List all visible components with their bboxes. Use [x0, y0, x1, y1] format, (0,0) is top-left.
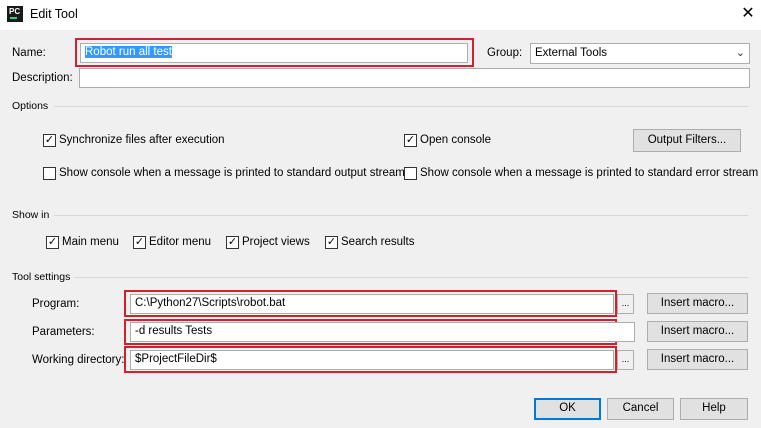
output-filters-button[interactable]: Output Filters... [633, 129, 741, 152]
sync-files-label: Synchronize files after execution [59, 134, 225, 146]
open-console-checkbox[interactable]: ✓ [404, 134, 417, 147]
editor-menu-checkbox[interactable]: ✓ [133, 236, 146, 249]
name-value: Robot run all test [85, 46, 172, 58]
show-in-section-label: Show in [12, 209, 50, 221]
program-browse-button[interactable]: ... [617, 294, 634, 314]
parameters-label: Parameters: [32, 326, 95, 338]
search-results-label: Search results [341, 236, 415, 248]
title-bar: PC Edit Tool ✕ [0, 0, 761, 30]
project-views-checkbox[interactable]: ✓ [226, 236, 239, 249]
console-stdout-label: Show console when a message is printed t… [59, 167, 405, 179]
tool-settings-separator [74, 277, 748, 278]
ok-button[interactable]: OK [534, 398, 601, 420]
working-directory-insert-macro-button[interactable]: Insert macro... [647, 349, 748, 370]
options-separator [54, 106, 748, 107]
pycharm-app-icon: PC [7, 6, 23, 22]
working-directory-label: Working directory: [32, 354, 125, 366]
main-menu-label: Main menu [62, 236, 119, 248]
parameters-field[interactable]: -d results Tests [130, 322, 635, 342]
group-label: Group: [487, 47, 523, 59]
console-stderr-label: Show console when a message is printed t… [420, 167, 759, 179]
name-label: Name: [12, 47, 46, 59]
project-views-label: Project views [242, 236, 310, 248]
options-section-label: Options [12, 100, 49, 112]
close-icon[interactable]: ✕ [738, 4, 758, 24]
console-stderr-checkbox[interactable] [404, 167, 417, 180]
open-console-label: Open console [420, 134, 491, 146]
description-label: Description: [12, 72, 73, 84]
window-title: Edit Tool [30, 7, 78, 21]
tool-settings-section-label: Tool settings [12, 271, 71, 283]
editor-menu-label: Editor menu [149, 236, 212, 248]
program-field[interactable]: C:\Python27\Scripts\robot.bat [130, 294, 614, 314]
program-insert-macro-button[interactable]: Insert macro... [647, 293, 748, 314]
cancel-button[interactable]: Cancel [607, 398, 674, 420]
group-select[interactable]: External Tools ⌄ [530, 43, 750, 64]
program-label: Program: [32, 298, 80, 310]
parameters-insert-macro-button[interactable]: Insert macro... [647, 321, 748, 342]
show-in-separator [54, 215, 748, 216]
sync-files-checkbox[interactable]: ✓ [43, 134, 56, 147]
console-stdout-checkbox[interactable] [43, 167, 56, 180]
main-menu-checkbox[interactable]: ✓ [46, 236, 59, 249]
search-results-checkbox[interactable]: ✓ [325, 236, 338, 249]
working-directory-field[interactable]: $ProjectFileDir$ [130, 350, 614, 370]
working-directory-browse-button[interactable]: ... [617, 350, 634, 370]
chevron-down-icon: ⌄ [735, 47, 745, 59]
help-button[interactable]: Help [680, 398, 748, 420]
description-field[interactable] [79, 68, 750, 88]
group-value: External Tools [535, 47, 608, 59]
name-field[interactable]: Robot run all test [80, 43, 468, 63]
